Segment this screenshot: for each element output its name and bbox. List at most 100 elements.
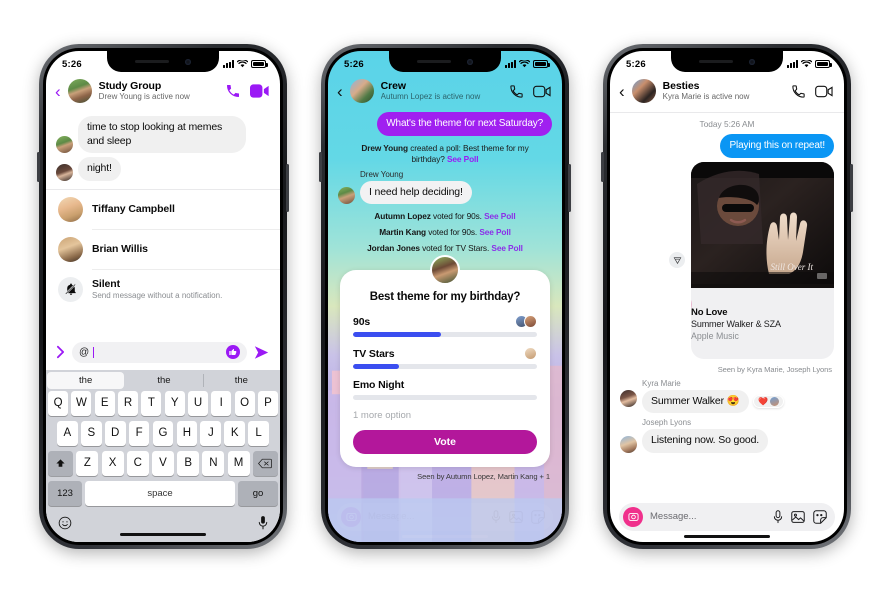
key-s[interactable]: S (80, 420, 102, 446)
phone-icon[interactable] (225, 83, 241, 99)
message-input[interactable]: Message... (650, 511, 766, 522)
music-card[interactable]: Still Over It No Love Summer Walker & SZ… (691, 161, 834, 359)
key-k[interactable]: K (224, 420, 246, 446)
key-v[interactable]: V (152, 450, 174, 476)
poll-card[interactable]: Best theme for my birthday? 90s TV Stars… (340, 255, 550, 467)
avatar[interactable] (67, 79, 92, 103)
key-b[interactable]: B (177, 450, 200, 476)
key-p[interactable]: P (257, 390, 278, 416)
video-camera-icon[interactable] (815, 85, 833, 98)
message-bubble[interactable]: Playing this on repeat! (720, 134, 834, 158)
see-poll-link[interactable]: See Poll (491, 243, 523, 253)
back-button[interactable]: ‹ (55, 83, 61, 100)
emoji-key[interactable] (58, 516, 72, 530)
key-q[interactable]: Q (48, 390, 69, 416)
key-h[interactable]: H (176, 420, 198, 446)
key-r[interactable]: R (117, 390, 139, 416)
key-l[interactable]: L (248, 420, 269, 446)
vote-notice: Jordan Jones voted for TV Stars. See Pol… (328, 240, 562, 256)
reaction-emoji: ❤️ (758, 396, 769, 406)
mention-suggestion-row[interactable]: Tiffany Campbell (46, 190, 280, 229)
message-bubble[interactable]: I need help deciding! (360, 180, 472, 204)
sticker-icon[interactable] (813, 509, 827, 524)
key-x[interactable]: X (101, 450, 124, 476)
poll-option[interactable]: 90s (353, 315, 537, 337)
back-button[interactable]: ‹ (619, 83, 625, 100)
poll-question: Best theme for my birthday? (369, 291, 521, 303)
key-i[interactable]: I (211, 390, 232, 416)
key-e[interactable]: E (94, 390, 115, 416)
poll-option-label: Emo Night (353, 379, 405, 391)
key-m[interactable]: M (227, 450, 250, 476)
key-c[interactable]: C (126, 450, 149, 476)
status-indicators (223, 60, 268, 68)
home-indicator[interactable] (684, 534, 770, 538)
vote-button[interactable]: Vote (353, 430, 537, 454)
dictation-key[interactable] (258, 515, 268, 530)
phone-icon[interactable] (791, 84, 806, 99)
avatar (620, 389, 637, 407)
key-z[interactable]: Z (76, 450, 99, 476)
thumbs-up-icon[interactable] (226, 345, 240, 360)
wifi-icon (801, 60, 812, 68)
microphone-icon[interactable] (773, 509, 783, 524)
presence-status: Drew Young is active now (98, 92, 190, 101)
key-u[interactable]: U (187, 390, 209, 416)
message-bubble[interactable]: night! (78, 157, 121, 181)
suggestion-item[interactable]: the (125, 370, 202, 391)
key-g[interactable]: G (152, 420, 174, 446)
message-bubble[interactable]: What's the theme for next Saturday? (377, 112, 552, 136)
key-w[interactable]: W (71, 390, 92, 416)
play-icon[interactable] (691, 293, 692, 315)
send-arrow-icon[interactable] (253, 345, 270, 360)
key-n[interactable]: N (202, 450, 225, 476)
see-poll-link[interactable]: See Poll (484, 211, 516, 221)
back-button[interactable]: ‹ (337, 83, 343, 100)
message-bubble[interactable]: Listening now. So good. (642, 429, 769, 453)
key-y[interactable]: Y (164, 390, 185, 416)
message-input[interactable]: @ (72, 341, 247, 363)
status-indicators (787, 60, 832, 68)
shift-key[interactable] (48, 450, 74, 476)
video-camera-icon[interactable] (533, 85, 551, 98)
home-indicator[interactable] (120, 532, 206, 536)
vote-notice: Martin Kang voted for 90s. See Poll (328, 224, 562, 240)
message-bubble[interactable]: Summer Walker 😍 (642, 389, 749, 413)
poll-option[interactable]: TV Stars (353, 347, 537, 369)
space-key[interactable]: space (85, 480, 235, 506)
poll-more-options[interactable]: 1 more option (353, 410, 537, 421)
share-triangle-icon[interactable] (669, 252, 685, 268)
reaction-badge[interactable]: ❤️ (753, 394, 785, 408)
suggestion-item[interactable]: the (202, 370, 280, 391)
see-poll-link[interactable]: See Poll (447, 154, 479, 164)
camera-icon[interactable] (623, 506, 643, 527)
avatar (524, 315, 537, 328)
silent-option-row[interactable]: Silent Send message without a notificati… (46, 270, 280, 309)
video-camera-icon[interactable] (250, 84, 269, 98)
message-bubble[interactable]: time to stop looking at memes and sleep (78, 116, 246, 153)
numbers-key[interactable]: 123 (48, 480, 82, 506)
key-j[interactable]: J (200, 420, 222, 446)
key-t[interactable]: T (141, 390, 162, 416)
mention-suggestion-row[interactable]: Brian Willis (46, 230, 280, 269)
signal-bars-icon (223, 60, 234, 68)
chevron-right-icon[interactable] (55, 345, 66, 359)
chat-body: time to stop looking at memes and sleep … (46, 112, 280, 337)
key-f[interactable]: F (128, 420, 150, 446)
key-a[interactable]: A (57, 420, 78, 446)
go-key[interactable]: go (238, 480, 278, 506)
key-d[interactable]: D (104, 420, 126, 446)
phone-icon[interactable] (509, 84, 524, 99)
see-poll-link[interactable]: See Poll (479, 227, 511, 237)
suggestion-item[interactable]: the (47, 371, 125, 389)
avatar[interactable] (631, 79, 656, 103)
poll-option[interactable]: Emo Night (353, 379, 537, 400)
backspace-key[interactable] (252, 450, 278, 476)
notch (671, 51, 783, 72)
avatar[interactable] (349, 79, 374, 103)
key-o[interactable]: O (234, 390, 255, 416)
chat-header: ‹ Study Group Drew Young is active now (46, 75, 280, 112)
music-metadata: No Love Summer Walker & SZA Apple Music (691, 283, 834, 359)
seen-status: Seen by Autumn Lopez, Martin Kang + 1 (417, 472, 550, 481)
photo-icon[interactable] (791, 510, 805, 524)
